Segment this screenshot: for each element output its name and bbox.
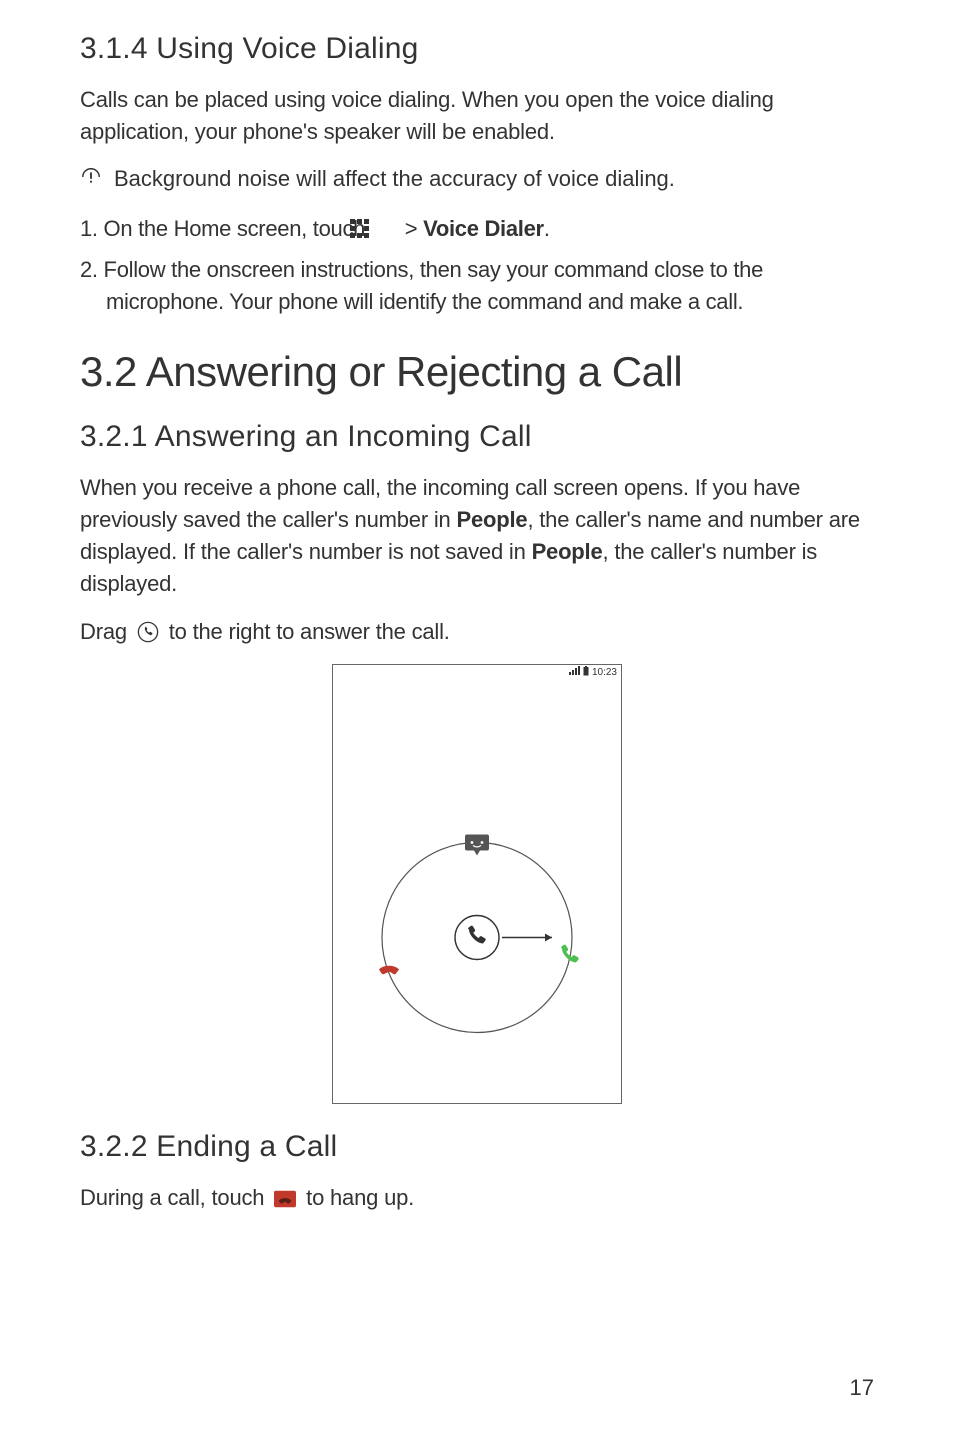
endcall-a: During a call, touch	[80, 1185, 270, 1210]
page-number: 17	[850, 1375, 874, 1401]
drag-b: to the right to answer the call.	[169, 619, 450, 644]
incoming-call-ring	[347, 777, 607, 1042]
step1-prefix: 1. On the Home screen, touch	[80, 216, 371, 241]
step1-sep: >	[405, 216, 423, 241]
apps-grid-icon	[375, 215, 395, 235]
step-1: 1. On the Home screen, touch > Voice Dia…	[80, 213, 874, 245]
signal-icon	[569, 666, 580, 678]
para-322: During a call, touch to hang up.	[80, 1182, 874, 1214]
note-row: Background noise will affect the accurac…	[80, 164, 874, 195]
drag-instruction: Drag to the right to answer the call.	[80, 616, 874, 648]
heading-322: 3.2.2 Ending a Call	[80, 1130, 874, 1164]
endcall-b: to hang up.	[306, 1185, 414, 1210]
para321-bold2: People	[532, 539, 603, 564]
status-bar: 10:23	[569, 665, 617, 679]
step1-suffix: .	[544, 216, 550, 241]
phone-circle-icon	[137, 620, 159, 642]
step-2: 2. Follow the onscreen instructions, the…	[80, 254, 874, 318]
para-321: When you receive a phone call, the incom…	[80, 472, 874, 600]
note-text: Background noise will affect the accurac…	[114, 164, 675, 195]
phone-figure: 10:23	[80, 664, 874, 1104]
drag-a: Drag	[80, 619, 133, 644]
status-time: 10:23	[592, 667, 617, 678]
para321-bold1: People	[457, 507, 528, 532]
heading-314: 3.1.4 Using Voice Dialing	[80, 32, 874, 66]
para-314: Calls can be placed using voice dialing.…	[80, 84, 874, 148]
heading-32: 3.2 Answering or Rejecting a Call	[80, 348, 874, 396]
steps-314: 1. On the Home screen, touch > Voice Dia…	[80, 213, 874, 319]
step1-bold: Voice Dialer	[423, 216, 544, 241]
phone-screen: 10:23	[332, 664, 622, 1104]
end-call-icon	[274, 1185, 296, 1203]
battery-icon	[583, 666, 589, 679]
heading-321: 3.2.1 Answering an Incoming Call	[80, 420, 874, 454]
caution-icon	[80, 166, 102, 188]
